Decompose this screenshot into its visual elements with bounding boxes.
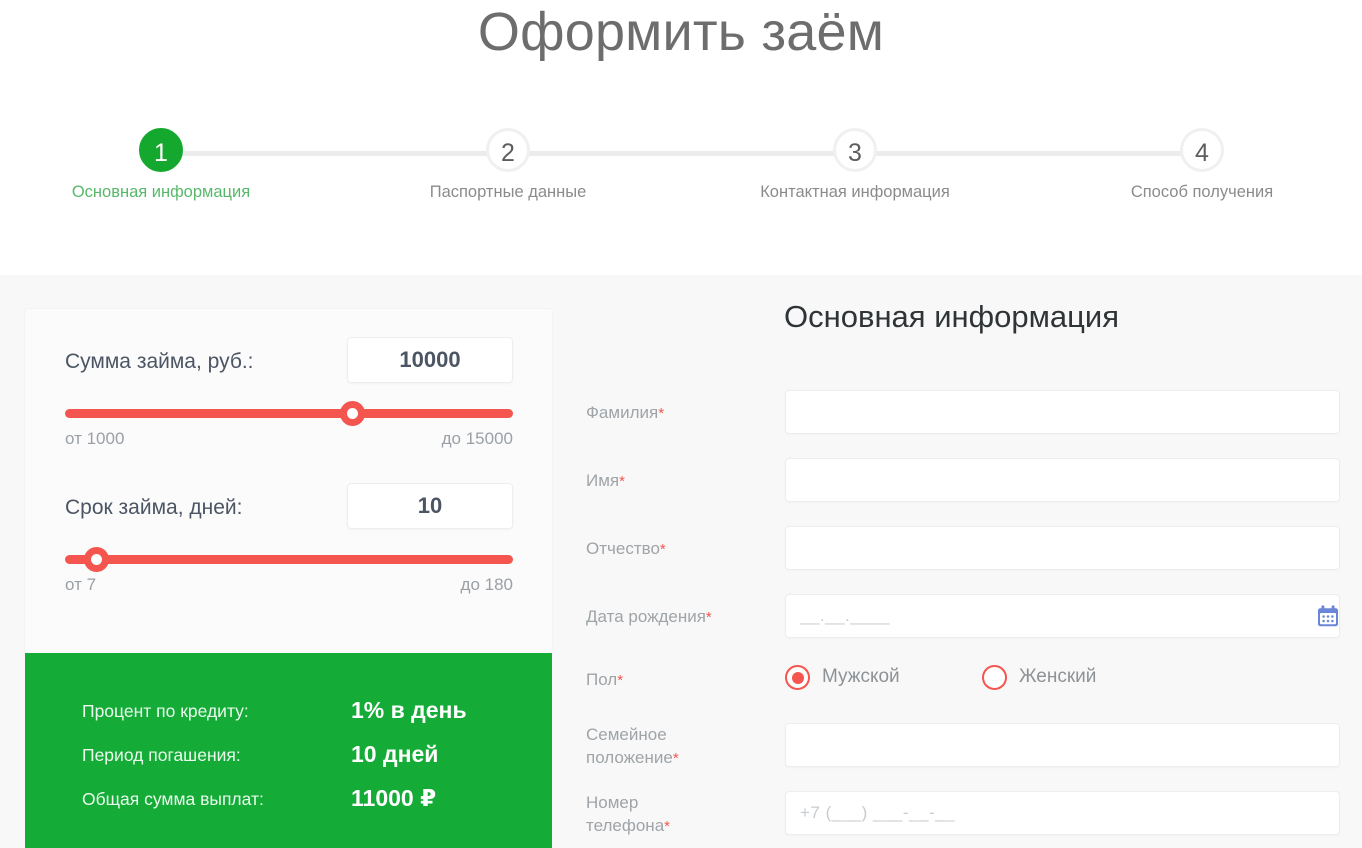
radio-icon-male[interactable] <box>785 665 810 690</box>
field-label-phone: Номер телефона* <box>586 791 766 838</box>
page-content: Сумма займа, руб.: от 1000 до 15000 Срок… <box>0 275 1362 848</box>
term-input[interactable] <box>347 483 513 529</box>
form-title: Основная информация <box>784 299 1120 334</box>
term-slider-thumb[interactable] <box>84 547 110 572</box>
field-label-text-marital-line1: Семейное <box>586 725 667 744</box>
loan-calculator: Сумма займа, руб.: от 1000 до 15000 Срок… <box>25 309 552 653</box>
summary-row-rate: Процент по кредиту: 1% в день <box>82 697 512 725</box>
step-progress: 1 Основная информация 2 Паспортные данны… <box>57 128 1305 208</box>
main-info-form: Основная информация Фамилия* Имя* Отчест… <box>586 275 1362 848</box>
step-item-1[interactable]: 1 Основная информация <box>57 128 265 202</box>
phone-input[interactable] <box>785 791 1340 835</box>
field-label-birthdate: Дата рождения* <box>586 605 766 629</box>
calendar-icon[interactable] <box>1316 604 1340 628</box>
step-item-2[interactable]: 2 Паспортные данные <box>404 128 612 202</box>
step-circle-1: 1 <box>139 128 183 172</box>
summary-key-total: Общая сумма выплат: <box>82 789 264 809</box>
required-mark-marital: * <box>672 750 679 767</box>
term-max-label: до 180 <box>460 575 513 594</box>
field-label-text-phone-line1: Номер <box>586 793 639 812</box>
field-label-text-firstname: Имя <box>586 471 620 490</box>
firstname-input[interactable] <box>785 458 1340 502</box>
loan-application-page: Оформить заём 1 Основная информация 2 Па… <box>0 0 1362 848</box>
birthdate-input[interactable] <box>785 594 1340 638</box>
field-label-lastname: Фамилия* <box>586 401 766 425</box>
field-label-text-marital-line2: положение <box>586 748 673 767</box>
step-label-4: Способ получения <box>1130 183 1274 201</box>
step-item-3[interactable]: 3 Контактная информация <box>751 128 959 202</box>
step-circle-4: 4 <box>1180 128 1224 172</box>
summary-row-period: Период погашения: 10 дней <box>82 741 512 769</box>
field-label-text-birthdate: Дата рождения <box>586 607 706 626</box>
step-label-3: Контактная информация <box>760 183 950 201</box>
amount-slider-thumb[interactable] <box>339 401 365 426</box>
marital-status-input[interactable] <box>785 723 1340 767</box>
term-slider-track[interactable] <box>65 555 513 564</box>
summary-value-rate: 1% в день <box>351 697 467 723</box>
step-progress-line <box>161 151 1201 156</box>
required-mark-gender: * <box>617 672 624 689</box>
field-label-firstname: Имя* <box>586 469 766 493</box>
radio-icon-female[interactable] <box>982 665 1007 690</box>
page-header: Оформить заём 1 Основная информация 2 Па… <box>0 0 1362 275</box>
patronymic-input[interactable] <box>785 526 1340 570</box>
step-circle-3: 3 <box>833 128 877 172</box>
field-label-text-patronymic: Отчество <box>586 539 660 558</box>
amount-input[interactable] <box>347 337 513 383</box>
summary-key-period: Период погашения: <box>82 745 241 765</box>
amount-slider[interactable] <box>65 401 513 426</box>
summary-value-total: 11000 ₽ <box>351 785 437 811</box>
step-label-1: Основная информация <box>71 183 251 201</box>
field-label-text-gender: Пол <box>586 670 618 689</box>
gender-label-female: Женский <box>1019 666 1097 687</box>
term-label: Срок займа, дней: <box>65 496 243 519</box>
field-label-text-lastname: Фамилия <box>586 403 659 422</box>
term-slider[interactable] <box>65 547 513 572</box>
amount-min-label: от 1000 <box>65 429 125 448</box>
step-item-4[interactable]: 4 Способ получения <box>1098 128 1306 202</box>
required-mark-phone: * <box>664 818 670 835</box>
lastname-input[interactable] <box>785 390 1340 434</box>
step-label-2: Паспортные данные <box>429 183 587 201</box>
step-circle-2: 2 <box>486 128 530 172</box>
summary-row-total: Общая сумма выплат: 11000 ₽ <box>82 785 512 813</box>
amount-max-label: до 15000 <box>441 429 513 448</box>
field-label-text-phone-line2: телефона <box>586 816 665 835</box>
required-mark-patronymic: * <box>659 541 666 558</box>
field-label-patronymic: Отчество* <box>586 537 766 561</box>
required-mark-birthdate: * <box>705 609 712 626</box>
summary-value-period: 10 дней <box>351 741 439 767</box>
page-title: Оформить заём <box>477 2 885 62</box>
gender-label-male: Мужской <box>822 666 900 687</box>
amount-slider-range: от 1000 до 15000 <box>65 429 513 451</box>
summary-key-rate: Процент по кредиту: <box>82 701 249 721</box>
amount-label: Сумма займа, руб.: <box>65 350 254 373</box>
amount-slider-track[interactable] <box>65 409 513 418</box>
required-mark-firstname: * <box>619 473 625 490</box>
loan-summary-panel: Процент по кредиту: 1% в день Период пог… <box>25 653 552 848</box>
required-mark-lastname: * <box>658 405 665 422</box>
term-slider-range: от 7 до 180 <box>65 575 513 597</box>
field-label-gender: Пол* <box>586 668 766 692</box>
term-min-label: от 7 <box>65 575 97 594</box>
field-label-marital-status: Семейное положение* <box>586 723 766 770</box>
